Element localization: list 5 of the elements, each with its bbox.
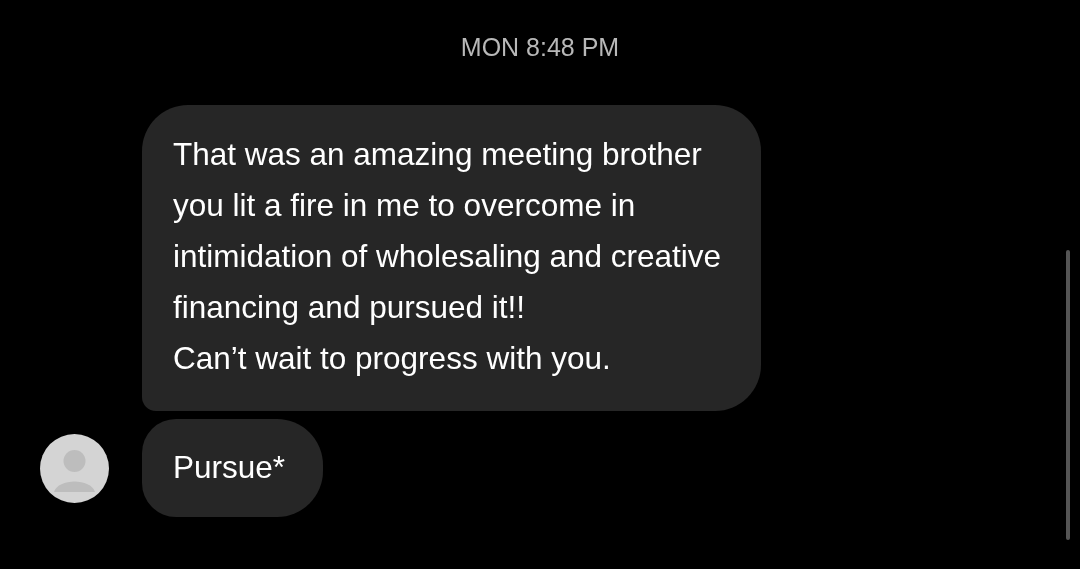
message-bubble: Pursue* (142, 419, 324, 517)
timestamp: MON 8:48 PM (459, 32, 621, 62)
avatar-icon[interactable] (40, 433, 109, 503)
message-bubble: That was an amazing meeting brother you lit a fire in me to overcome in intimidation of wholesaling and creative financing and pursued it!! Can’t wait to progress with you. (142, 105, 762, 411)
scrollbar[interactable] (1066, 250, 1070, 540)
